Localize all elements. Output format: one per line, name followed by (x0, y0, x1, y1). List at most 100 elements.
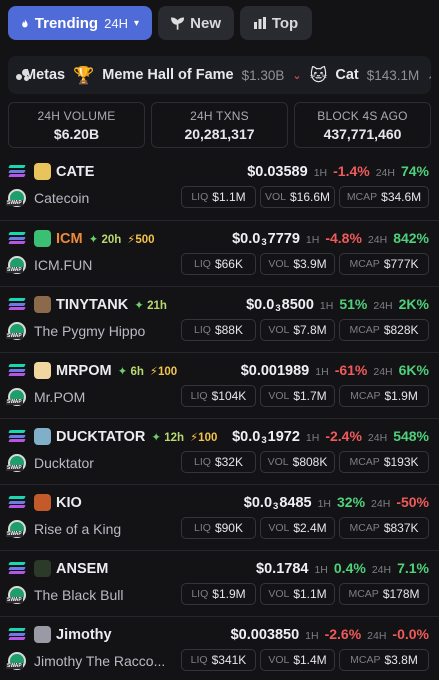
token-symbol: Jimothy (56, 627, 112, 643)
h24-label: 24H (367, 432, 388, 444)
vol-value: $3.9M (293, 257, 327, 271)
token-symbol: ANSEM (56, 561, 109, 577)
mcap-label: MCAP (349, 522, 380, 534)
token-row[interactable]: DUCKTATOR ✦ 12h ⚡100 Ducktator $0.031972 1H -2… (0, 418, 439, 484)
token-name: Catecoin (34, 190, 90, 206)
liquidity-pill: LIQ $32K (181, 451, 256, 473)
solana-chain-icon (8, 364, 26, 376)
price-tail: 8500 (281, 297, 314, 313)
stat-block-label: BLOCK 4S AGO (317, 109, 408, 123)
mcap-pill: MCAP $3.8M (339, 649, 429, 671)
chevron-down-icon: ⌄ (292, 69, 302, 82)
mcap-value: $837K (383, 521, 419, 535)
change-1h: 51% (339, 296, 368, 312)
liq-value: $1.1M (212, 190, 246, 204)
liquidity-pill: LIQ $1.9M (181, 583, 256, 605)
liq-value: $1.9M (212, 587, 246, 601)
volume-pill: VOL $1.4M (260, 649, 335, 671)
price-prefix: $0.0 (232, 231, 261, 247)
token-row[interactable]: ANSEM The Black Bull $0.1784 1H 0.4% 24H 7.1% L… (0, 550, 439, 616)
token-name: Ducktator (34, 455, 94, 471)
sprout-icon: ✦ (117, 366, 128, 378)
token-name: Jimothy The Racco... (34, 653, 166, 669)
dex-swap-icon (6, 256, 26, 274)
token-symbol: MRPOM (56, 363, 112, 379)
change-24h: 6K% (398, 362, 429, 378)
mcap-value: $828K (383, 323, 419, 337)
metrics: LIQ $90K VOL $2.4M MCAP $837K (181, 517, 429, 539)
dex-swap-icon (6, 189, 26, 207)
token-symbol-line: ICM ✦ 20h ⚡500 (56, 231, 155, 247)
price-line: $0.037779 1H -4.8% 24H 842% (232, 230, 429, 248)
vol-value: $808K (292, 455, 328, 469)
liq-label: LIQ (194, 258, 211, 270)
token-symbol: KIO (56, 495, 82, 511)
token-price: $0.1784 (256, 561, 308, 577)
metas-strip: Metas 🏆 Meme Hall of Fame $1.30B ⌄ 🐱 Cat… (8, 56, 431, 94)
age-badge: ✦ 12h (151, 430, 184, 444)
token-name: Mr.POM (34, 389, 86, 405)
liq-label: LIQ (194, 324, 211, 336)
token-row[interactable]: CATE Catecoin $0.03589 1H -1.4% 24H 74% LIQ$1.1… (0, 154, 439, 220)
solana-chain-icon (8, 298, 26, 310)
trend-icon: ↗ (427, 67, 431, 83)
mcap-pill: MCAP $34.6M (339, 186, 429, 208)
price-prefix: $0.0 (246, 297, 275, 313)
token-symbol-line: DUCKTATOR ✦ 12h ⚡100 (56, 429, 217, 445)
fire-icon (22, 18, 28, 27)
mcap-pill: MCAP $178M (339, 583, 429, 605)
metas-label[interactable]: Metas (24, 67, 65, 83)
mcap-label: MCAP (349, 456, 380, 468)
token-symbol-line: Jimothy (56, 627, 112, 643)
liq-value: $341K (211, 653, 247, 667)
tab-new[interactable]: New (158, 6, 234, 40)
change-1h: -2.6% (324, 626, 362, 642)
mcap-label: MCAP (346, 191, 378, 203)
sprout-icon (171, 16, 185, 30)
meta-cat[interactable]: Cat (335, 67, 358, 83)
boost-badge: ⚡100 (190, 430, 217, 444)
volume-pill: VOL $7.8M (260, 319, 335, 341)
vol-value: $16.6M (289, 190, 331, 204)
vol-label: VOL (267, 456, 289, 468)
chevron-down-icon: ▾ (133, 17, 139, 29)
mcap-pill: MCAP $828K (339, 319, 429, 341)
metrics: LIQ $341K VOL $1.4M MCAP $3.8M (181, 649, 429, 671)
solana-chain-icon (8, 562, 26, 574)
meta-hall-of-fame[interactable]: Meme Hall of Fame (102, 67, 233, 83)
dex-swap-icon (6, 454, 26, 472)
tab-top[interactable]: Top (240, 6, 312, 40)
solana-chain-icon (8, 232, 26, 244)
mcap-label: MCAP (348, 588, 379, 600)
token-price: $0.031972 (232, 429, 300, 446)
liq-label: LIQ (194, 456, 211, 468)
token-logo (34, 626, 51, 643)
price-prefix: $0.0 (232, 429, 261, 445)
vol-value: $2.4M (293, 521, 327, 535)
token-row[interactable]: KIO Rise of a King $0.038485 1H 32% 24H -50% LI… (0, 484, 439, 550)
h1-label: 1H (317, 498, 332, 510)
volume-pill: VOL $16.6M (260, 186, 335, 208)
tab-trending[interactable]: Trending 24H ▾ (8, 6, 152, 40)
tab-trending-label: Trending (34, 14, 99, 32)
token-row[interactable]: TINYTANK✦ 21hThe Pygmy Hippo$0.0385001H5… (0, 286, 439, 352)
token-list: CATECatecoin$0.035891H-1.4%24H74%LIQ$1.1… (0, 154, 439, 680)
token-age: 21h (147, 300, 167, 312)
change-1h: -1.4% (333, 163, 370, 179)
mcap-value: $1.9M (384, 389, 418, 403)
token-symbol-line: KIO (56, 495, 82, 511)
meta-hall-of-fame-value: $1.30B (241, 67, 285, 83)
price-line: $0.003850 1H -2.6% 24H -0.0% (231, 626, 429, 643)
boost-badge: ⚡100 (150, 364, 177, 378)
h1-label: 1H (305, 432, 320, 444)
token-row[interactable]: ICM ✦ 20h ⚡500 ICM.FUN $0.037779 1H -4.8% 24H 84… (0, 220, 439, 286)
age-badge: ✦ 6h (118, 364, 144, 378)
token-row[interactable]: Jimothy Jimothy The Racco... $0.003850 1H -2… (0, 616, 439, 680)
liq-value: $88K (214, 323, 243, 337)
volume-pill: VOL $3.9M (260, 253, 335, 275)
volume-pill: VOL $808K (260, 451, 335, 473)
price-line: $0.001989 1H -61% 24H 6K% (241, 362, 429, 379)
price-prefix: $0.001989 (240, 363, 310, 379)
token-row[interactable]: MRPOM ✦ 6h ⚡100 Mr.POM $0.001989 1H -61% 24H 6K%… (0, 352, 439, 418)
h1-label: 1H (314, 564, 328, 576)
